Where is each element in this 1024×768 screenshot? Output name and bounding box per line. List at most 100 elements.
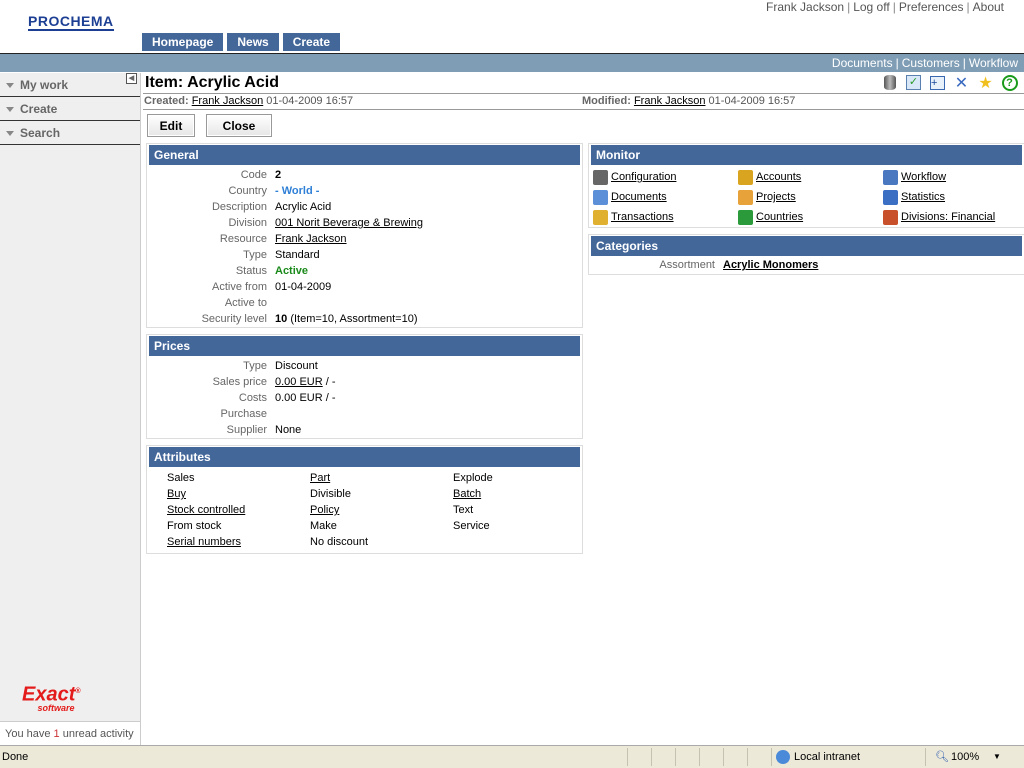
modified-by-link[interactable]: Frank Jackson xyxy=(634,95,706,107)
header: PROCHEMA Frank Jackson | Log off | Preferenc… xyxy=(0,0,1024,53)
field-row: Country - World - xyxy=(147,183,582,199)
monitor-link-documents[interactable]: Documents xyxy=(611,187,667,207)
monitor-link-statistics[interactable]: Statistics xyxy=(901,187,945,207)
tools-icon[interactable]: ✕ xyxy=(953,74,970,92)
assortment-link[interactable]: Acrylic Monomers xyxy=(723,257,818,274)
field-row: Division 001 Norit Beverage & Brewing xyxy=(147,215,582,231)
monitor-link-accounts[interactable]: Accounts xyxy=(756,167,801,187)
zoom-dropdown-icon[interactable]: ▼ xyxy=(993,746,1001,768)
chart-icon xyxy=(883,189,898,205)
field-value: 10 xyxy=(275,313,288,325)
status-bar: Done Local intranet 🔍︎ 100% ▼ xyxy=(0,745,1024,768)
triangle-down-icon xyxy=(6,83,14,89)
monitor-link-workflow[interactable]: Workflow xyxy=(901,167,946,187)
document-icon xyxy=(593,189,608,205)
attribute-divisible: Divisible xyxy=(310,488,351,500)
monitor-item[interactable]: Workflow xyxy=(883,167,1024,187)
user-icon xyxy=(738,169,753,185)
field-value[interactable]: Frank Jackson xyxy=(275,231,347,247)
meta-row: Created: Frank Jackson 01-04-2009 16:57 … xyxy=(143,93,1024,110)
sales-price-link[interactable]: 0.00 EUR xyxy=(275,374,323,390)
edit-button[interactable]: Edit xyxy=(147,114,195,137)
prochema-logo: PROCHEMA xyxy=(28,13,114,31)
tab-news[interactable]: News xyxy=(227,33,279,51)
field-label: Purchase xyxy=(220,408,267,420)
sidebar-item-label: My work xyxy=(20,78,69,92)
triangle-down-icon xyxy=(6,131,14,137)
field-extra: (Item=10, Assortment=10) xyxy=(290,313,418,325)
monitor-item[interactable]: Documents xyxy=(593,187,738,207)
about-link[interactable]: About xyxy=(973,0,1004,14)
unread-activity[interactable]: You have 1 unread activity xyxy=(0,721,140,745)
sidebar-item-my-work[interactable]: My work ◀ xyxy=(0,73,140,97)
attribute-policy[interactable]: Policy xyxy=(310,504,339,516)
triangle-down-icon xyxy=(6,107,14,113)
field-value: None xyxy=(275,424,302,436)
monitor-item[interactable]: Accounts xyxy=(738,167,883,187)
subnav-workflow[interactable]: Workflow xyxy=(969,56,1018,70)
globe-icon xyxy=(738,209,753,225)
field-row: Resource Frank Jackson xyxy=(147,231,582,247)
monitor-item[interactable]: Configuration xyxy=(593,167,738,187)
collapse-sidebar-icon[interactable]: ◀ xyxy=(126,73,137,84)
attribute-part[interactable]: Part xyxy=(310,472,330,484)
monitor-item[interactable]: Statistics xyxy=(883,187,1024,207)
field-label: Type xyxy=(243,249,267,261)
field-value[interactable]: 001 Norit Beverage & Brewing xyxy=(275,215,423,231)
panel-header: General xyxy=(149,145,580,165)
close-button[interactable]: Close xyxy=(206,114,272,137)
monitor-link-configuration[interactable]: Configuration xyxy=(611,167,676,187)
attribute-stock-controlled[interactable]: Stock controlled xyxy=(167,504,245,516)
panel-header: Categories xyxy=(591,236,1022,256)
exact-software-logo: Exact® software xyxy=(22,683,81,713)
attribute-explode: Explode xyxy=(453,472,493,484)
sidebar-item-search[interactable]: Search xyxy=(0,121,140,145)
sidebar-item-create[interactable]: Create xyxy=(0,97,140,121)
tab-homepage[interactable]: Homepage xyxy=(142,33,224,51)
database-icon[interactable] xyxy=(881,74,898,91)
main-tabs: Homepage News Create xyxy=(142,33,341,51)
panel-header: Monitor xyxy=(591,145,1022,165)
status-text: Done xyxy=(2,751,29,763)
field-value: 0.00 EUR / - xyxy=(275,392,336,404)
intranet-icon xyxy=(776,750,790,764)
created-info: Created: Frank Jackson 01-04-2009 16:57 xyxy=(144,95,354,107)
zoom-icon[interactable]: 🔍︎ xyxy=(935,746,949,768)
top-links: Frank Jackson | Log off | Preferences | About xyxy=(766,0,1004,14)
created-by-link[interactable]: Frank Jackson xyxy=(192,95,264,107)
attribute-make: Make xyxy=(310,520,337,532)
user-link[interactable]: Frank Jackson xyxy=(766,0,844,14)
field-value: - World - xyxy=(275,185,320,197)
field-value: Discount xyxy=(275,360,318,372)
field-row: Code 2 xyxy=(147,167,582,183)
attribute-buy[interactable]: Buy xyxy=(167,488,186,500)
field-label: Active to xyxy=(224,297,267,309)
monitor-link-countries[interactable]: Countries xyxy=(756,207,803,227)
attribute-batch[interactable]: Batch xyxy=(453,488,481,500)
tab-create[interactable]: Create xyxy=(282,33,341,51)
subnav-customers[interactable]: Customers xyxy=(902,56,960,70)
monitor-item[interactable]: Divisions: Financial xyxy=(883,207,1024,227)
checklist-icon[interactable]: ✓ xyxy=(905,74,922,91)
monitor-panel: Monitor Configuration Accounts Workflow Doc… xyxy=(588,143,1024,228)
general-panel: General Code 2 Country - World - Description… xyxy=(146,143,583,328)
monitor-link-projects[interactable]: Projects xyxy=(756,187,796,207)
monitor-link-divisions-financial[interactable]: Divisions: Financial xyxy=(901,207,995,227)
monitor-item[interactable]: Transactions xyxy=(593,207,738,227)
favorite-icon[interactable]: ★ xyxy=(977,74,994,92)
field-value: Acrylic Acid xyxy=(275,201,332,213)
field-row: Type Standard xyxy=(147,247,582,263)
help-icon[interactable]: ? xyxy=(1001,74,1018,91)
logoff-link[interactable]: Log off xyxy=(853,0,889,14)
zoom-level[interactable]: 100% xyxy=(951,746,979,768)
monitor-item[interactable]: Countries xyxy=(738,207,883,227)
field-label: Sales price xyxy=(212,376,267,388)
subnav-documents[interactable]: Documents xyxy=(832,56,893,70)
monitor-item[interactable]: Projects xyxy=(738,187,883,207)
monitor-link-transactions[interactable]: Transactions xyxy=(611,207,674,227)
field-value: Standard xyxy=(275,249,320,261)
new-window-icon[interactable]: + xyxy=(929,74,946,91)
preferences-link[interactable]: Preferences xyxy=(899,0,964,14)
field-label: Costs xyxy=(238,392,267,404)
attribute-serial-numbers[interactable]: Serial numbers xyxy=(167,536,241,548)
